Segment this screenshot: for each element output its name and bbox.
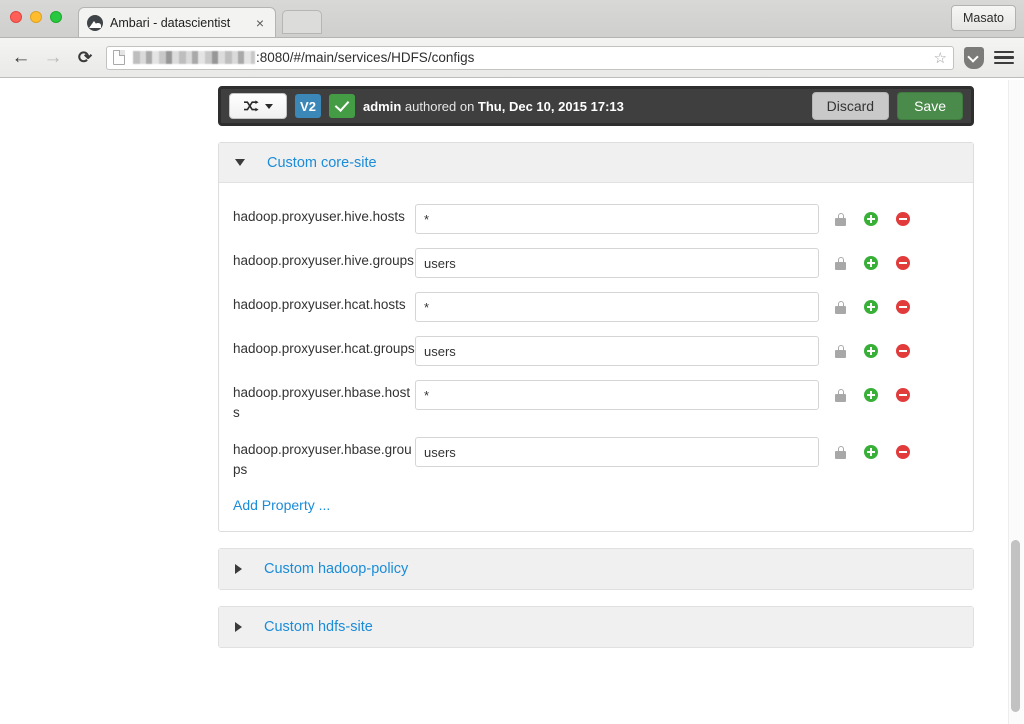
hamburger-menu-icon[interactable] xyxy=(994,48,1014,68)
add-icon[interactable] xyxy=(864,212,878,226)
discard-button[interactable]: Discard xyxy=(811,92,890,120)
panel-body-custom-core-site: hadoop.proxyuser.hive.hosts hadoop.proxy… xyxy=(219,183,973,531)
chevron-down-icon xyxy=(264,103,273,109)
browser-tab-active[interactable]: Ambari - datascientist × xyxy=(78,7,276,37)
authored-text: admin authored on Thu, Dec 10, 2015 17:1… xyxy=(363,99,804,114)
panel-custom-hadoop-policy: Custom hadoop-policy xyxy=(218,548,974,590)
add-property-row: Add Property ... xyxy=(219,487,973,521)
lock-icon[interactable] xyxy=(835,344,846,358)
lock-icon[interactable] xyxy=(835,212,846,226)
panel-title[interactable]: Custom hadoop-policy xyxy=(264,561,408,577)
property-value-input[interactable] xyxy=(415,437,819,467)
configs-container: V2 admin authored on Thu, Dec 10, 2015 1… xyxy=(218,86,974,648)
close-window-button[interactable] xyxy=(10,11,22,23)
add-icon[interactable] xyxy=(864,445,878,459)
forward-icon[interactable]: → xyxy=(42,47,64,69)
compare-versions-button[interactable] xyxy=(229,93,287,119)
page-scrollbar-track[interactable] xyxy=(1008,80,1023,724)
authored-date: Thu, Dec 10, 2015 17:13 xyxy=(477,98,624,114)
property-actions xyxy=(835,204,910,226)
config-version-badge[interactable]: V2 xyxy=(295,94,321,118)
property-actions xyxy=(835,437,910,459)
property-label: hadoop.proxyuser.hbase.groups xyxy=(233,442,412,477)
property-label: hadoop.proxyuser.hcat.hosts xyxy=(233,297,406,312)
property-actions xyxy=(835,292,910,314)
property-value-input[interactable] xyxy=(415,248,819,278)
page-scrollbar-thumb[interactable] xyxy=(1011,540,1020,712)
remove-icon[interactable] xyxy=(896,445,910,459)
current-version-check-icon[interactable] xyxy=(329,94,355,118)
add-icon[interactable] xyxy=(864,256,878,270)
remove-icon[interactable] xyxy=(896,256,910,270)
reload-icon[interactable]: ⟳ xyxy=(74,47,96,69)
profile-button[interactable]: Masato xyxy=(951,5,1016,31)
panel-header-custom-hdfs-site[interactable]: Custom hdfs-site xyxy=(219,607,973,647)
add-property-link[interactable]: Add Property ... xyxy=(233,497,330,513)
page-info-icon xyxy=(113,50,125,65)
back-icon[interactable]: ← xyxy=(10,47,32,69)
page-viewport: V2 admin authored on Thu, Dec 10, 2015 1… xyxy=(0,80,1024,724)
remove-icon[interactable] xyxy=(896,300,910,314)
remove-icon[interactable] xyxy=(896,388,910,402)
property-label: hadoop.proxyuser.hbase.hosts xyxy=(233,385,411,420)
bookmark-star-icon[interactable]: ☆ xyxy=(934,50,947,68)
property-value-input[interactable] xyxy=(415,204,819,234)
property-row: hadoop.proxyuser.hbase.hosts xyxy=(219,373,973,430)
add-icon[interactable] xyxy=(864,344,878,358)
property-actions xyxy=(835,380,910,402)
add-icon[interactable] xyxy=(864,300,878,314)
authored-connector: authored on xyxy=(401,98,478,114)
property-value-input[interactable] xyxy=(415,292,819,322)
new-tab-button[interactable] xyxy=(282,10,322,34)
panel-title[interactable]: Custom hdfs-site xyxy=(264,619,373,635)
shuffle-icon xyxy=(243,100,259,112)
window-traffic-lights xyxy=(10,11,62,23)
close-icon[interactable]: × xyxy=(253,16,267,30)
property-actions xyxy=(835,248,910,270)
browser-window: Ambari - datascientist × Masato ← → ⟳ :8… xyxy=(0,0,1024,724)
browser-navigation-bar: ← → ⟳ :8080/#/main/services/HDFS/configs… xyxy=(0,38,1024,78)
url-text: :8080/#/main/services/HDFS/configs xyxy=(256,50,475,65)
lock-icon[interactable] xyxy=(835,388,846,402)
minimize-window-button[interactable] xyxy=(30,11,42,23)
panel-title[interactable]: Custom core-site xyxy=(267,155,377,171)
property-label: hadoop.proxyuser.hcat.groups xyxy=(233,341,415,356)
ambari-favicon-icon xyxy=(87,14,103,31)
property-row: hadoop.proxyuser.hcat.groups xyxy=(219,329,973,373)
property-label: hadoop.proxyuser.hive.groups xyxy=(233,253,414,268)
property-row: hadoop.proxyuser.hcat.hosts xyxy=(219,285,973,329)
address-bar[interactable]: :8080/#/main/services/HDFS/configs ☆ xyxy=(106,45,954,70)
property-row: hadoop.proxyuser.hive.hosts xyxy=(219,197,973,241)
lock-icon[interactable] xyxy=(835,445,846,459)
panel-custom-core-site: Custom core-site hadoop.proxyuser.hive.h… xyxy=(218,142,974,532)
property-row: hadoop.proxyuser.hive.groups xyxy=(219,241,973,285)
lock-icon[interactable] xyxy=(835,256,846,270)
page-content: V2 admin authored on Thu, Dec 10, 2015 1… xyxy=(0,80,1008,648)
browser-tab-title: Ambari - datascientist xyxy=(110,15,231,30)
chevron-right-icon xyxy=(235,564,242,574)
author-name: admin xyxy=(363,98,402,114)
config-version-toolbar: V2 admin authored on Thu, Dec 10, 2015 1… xyxy=(218,86,974,126)
property-actions xyxy=(835,336,910,358)
remove-icon[interactable] xyxy=(896,212,910,226)
property-value-input[interactable] xyxy=(415,336,819,366)
property-value-input[interactable] xyxy=(415,380,819,410)
add-icon[interactable] xyxy=(864,388,878,402)
property-row: hadoop.proxyuser.hbase.groups xyxy=(219,430,973,487)
save-button[interactable]: Save xyxy=(897,92,963,120)
url-host-redacted xyxy=(133,51,255,64)
panel-header-custom-core-site[interactable]: Custom core-site xyxy=(219,143,973,183)
tab-strip: Ambari - datascientist × Masato xyxy=(0,0,1024,38)
maximize-window-button[interactable] xyxy=(50,11,62,23)
chevron-down-icon xyxy=(235,159,245,166)
panel-custom-hdfs-site: Custom hdfs-site xyxy=(218,606,974,648)
pocket-icon[interactable] xyxy=(964,46,984,69)
lock-icon[interactable] xyxy=(835,300,846,314)
panel-header-custom-hadoop-policy[interactable]: Custom hadoop-policy xyxy=(219,549,973,589)
chevron-right-icon xyxy=(235,622,242,632)
remove-icon[interactable] xyxy=(896,344,910,358)
property-label: hadoop.proxyuser.hive.hosts xyxy=(233,209,405,224)
